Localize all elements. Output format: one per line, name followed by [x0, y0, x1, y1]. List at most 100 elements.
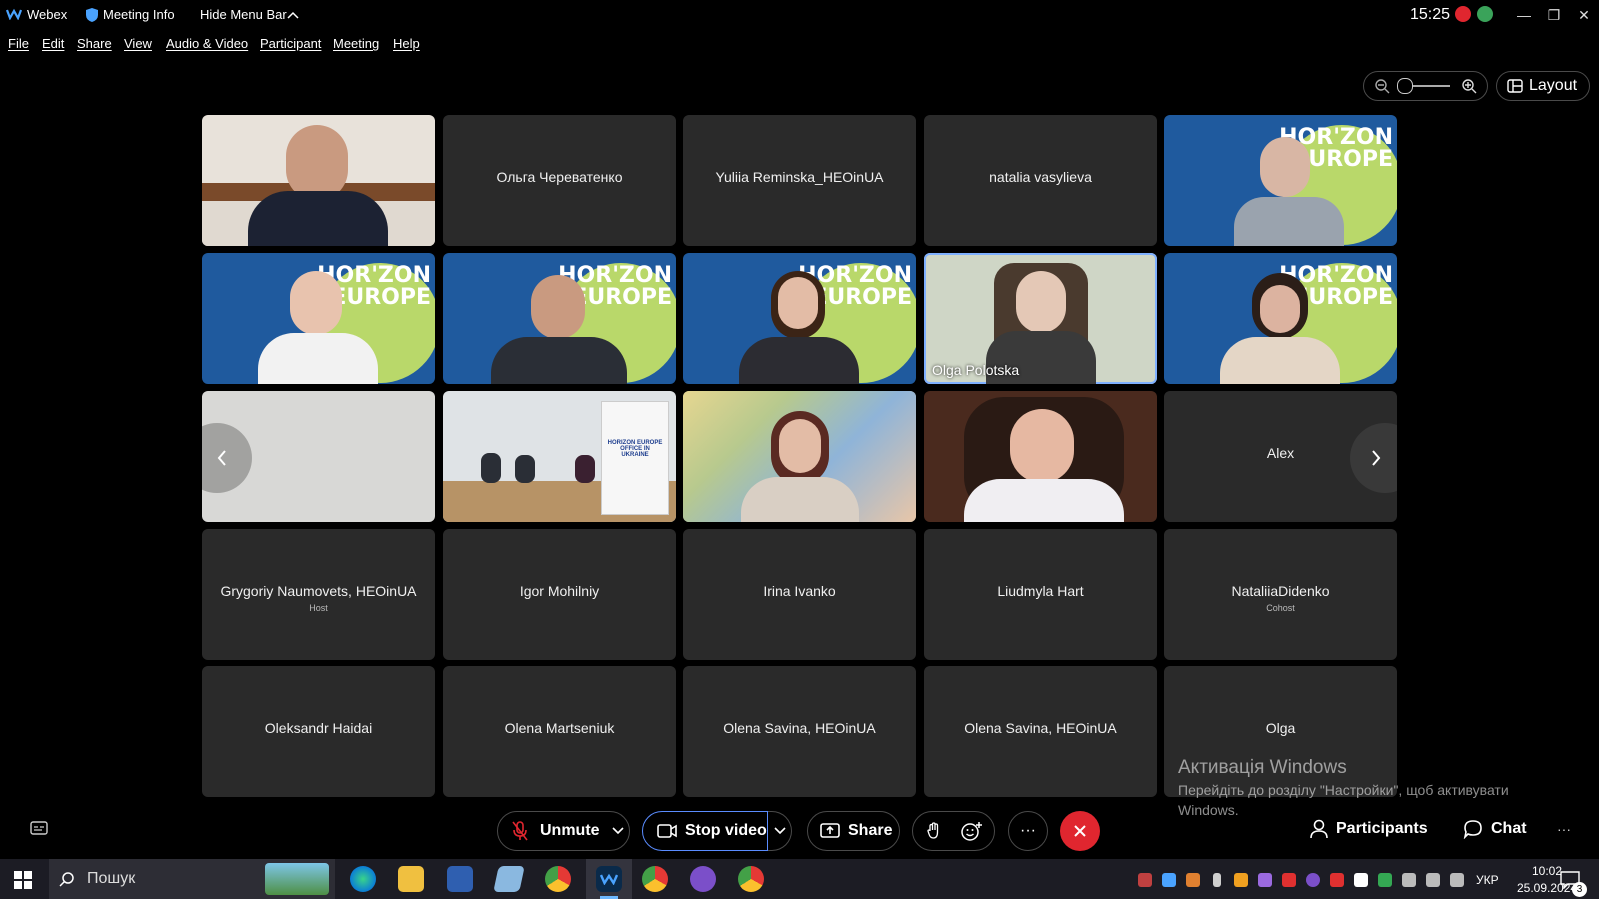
- activation-watermark-line1: Перейдіть до розділу "Настройки", щоб ак…: [1178, 782, 1509, 798]
- stop-video-button[interactable]: Stop video: [642, 811, 768, 851]
- chevron-down-icon: [611, 827, 624, 835]
- participant-tile[interactable]: Irina Ivanko: [683, 529, 916, 660]
- shield-icon: [86, 8, 98, 25]
- video-tile[interactable]: HOR'ZON EUROPE: [683, 253, 916, 384]
- video-tile[interactable]: [683, 391, 916, 522]
- video-tile-active-speaker[interactable]: Olga Polotska: [924, 253, 1157, 384]
- tray-network-icon[interactable]: [1402, 873, 1416, 887]
- participant-tile[interactable]: Grygoriy Naumovets, HEOinUA Host: [202, 529, 435, 660]
- share-button[interactable]: Share: [807, 811, 900, 851]
- participant-face: [1260, 285, 1300, 333]
- windows-start-icon[interactable]: [14, 871, 32, 894]
- tray-pen-icon[interactable]: [1258, 873, 1272, 887]
- file-explorer-icon[interactable]: [398, 866, 424, 892]
- tray-icon[interactable]: [1186, 873, 1200, 887]
- webex-taskbar-active[interactable]: [586, 859, 632, 899]
- video-tile[interactable]: [202, 115, 435, 246]
- menu-meeting[interactable]: Meeting: [333, 36, 379, 51]
- recording-icon[interactable]: [1455, 6, 1471, 22]
- tray-volume-icon[interactable]: [1450, 873, 1464, 887]
- video-tile[interactable]: [924, 391, 1157, 522]
- save-disk-icon[interactable]: [447, 866, 473, 892]
- more-panels-button[interactable]: ···: [1557, 821, 1571, 837]
- menu-edit[interactable]: Edit: [42, 36, 64, 51]
- chrome-profile-icon[interactable]: [738, 866, 764, 892]
- hide-menu-bar-button[interactable]: Hide Menu Bar: [200, 7, 287, 22]
- more-options-button[interactable]: ···: [1008, 811, 1048, 851]
- banner-text-3: UKRAINE: [621, 452, 649, 458]
- participant-tile[interactable]: natalia vasylieva: [924, 115, 1157, 246]
- participant-name: Olena Martseniuk: [504, 720, 615, 736]
- zoom-slider[interactable]: [1363, 71, 1488, 101]
- tray-icon[interactable]: [1378, 873, 1392, 887]
- participants-icon: [1310, 819, 1328, 839]
- zoom-out-icon: [1375, 79, 1390, 94]
- close-icon: [1074, 825, 1086, 837]
- menu-view[interactable]: View: [124, 36, 152, 51]
- tray-language[interactable]: УКР: [1476, 873, 1499, 887]
- tray-icon[interactable]: [1138, 873, 1152, 887]
- participant-tile[interactable]: Yuliia Reminska_HEOinUA: [683, 115, 916, 246]
- tray-icon[interactable]: [1354, 873, 1368, 887]
- video-tile[interactable]: HOR'ZON EUROPE: [443, 253, 676, 384]
- participant-tile[interactable]: Igor Mohilniy: [443, 529, 676, 660]
- tray-microphone-icon[interactable]: [1213, 873, 1221, 887]
- participant-tile[interactable]: Ольга Череватенко: [443, 115, 676, 246]
- menu-file[interactable]: File: [8, 36, 29, 51]
- tray-icon[interactable]: [1234, 873, 1248, 887]
- participants-button[interactable]: Participants: [1310, 819, 1428, 839]
- leave-meeting-button[interactable]: [1060, 811, 1100, 851]
- edge-browser-icon[interactable]: [350, 866, 376, 892]
- chat-button[interactable]: Chat: [1463, 819, 1527, 839]
- taskbar-search-box[interactable]: Пошук: [49, 859, 335, 899]
- captions-icon[interactable]: [30, 821, 48, 840]
- tray-icon[interactable]: [1282, 873, 1296, 887]
- tray-icon[interactable]: [1330, 873, 1344, 887]
- unmute-button[interactable]: Unmute: [497, 811, 630, 851]
- chrome-icon[interactable]: [545, 866, 571, 892]
- menu-help[interactable]: Help: [393, 36, 420, 51]
- unmute-label: Unmute: [540, 822, 600, 839]
- restore-icon[interactable]: ❐: [1539, 4, 1569, 26]
- participant-body: [739, 337, 859, 384]
- meeting-info-button[interactable]: Meeting Info: [103, 7, 175, 22]
- video-options-button[interactable]: [768, 811, 792, 851]
- video-tile[interactable]: HOR'ZON EUROPE: [1164, 115, 1397, 246]
- minimize-icon[interactable]: —: [1509, 4, 1539, 26]
- participant-tile[interactable]: Oleksandr Haidai: [202, 666, 435, 797]
- participant-tile[interactable]: NataliiaDidenko Cohost: [1164, 529, 1397, 660]
- participant-tile[interactable]: Olena Savina, HEOinUA: [683, 666, 916, 797]
- participant-role: Host: [309, 603, 328, 613]
- tray-webex-icon[interactable]: [1162, 873, 1176, 887]
- taskbar-search-placeholder: Пошук: [87, 870, 136, 887]
- zoom-in-icon: [1462, 79, 1477, 94]
- viber-icon[interactable]: [690, 866, 716, 892]
- participant-face: [290, 271, 342, 335]
- close-icon[interactable]: ✕: [1569, 4, 1599, 26]
- clock: 15:25: [1410, 6, 1451, 23]
- menu-participant[interactable]: Participant: [260, 36, 321, 51]
- participant-tile[interactable]: Olena Martseniuk: [443, 666, 676, 797]
- video-tile[interactable]: [202, 391, 435, 522]
- participant-tile[interactable]: Alex: [1164, 391, 1397, 522]
- participant-tile[interactable]: Liudmyla Hart: [924, 529, 1157, 660]
- participant-face: [1010, 409, 1074, 483]
- layout-button[interactable]: Layout: [1496, 71, 1590, 101]
- tray-viber-icon[interactable]: [1306, 873, 1320, 887]
- tray-display-icon[interactable]: [1426, 873, 1440, 887]
- participant-name: natalia vasylieva: [989, 169, 1092, 185]
- chevron-up-icon[interactable]: [287, 8, 299, 23]
- participant-body: [1234, 197, 1344, 246]
- menu-share[interactable]: Share: [77, 36, 112, 51]
- video-camera-icon: [657, 824, 677, 838]
- participant-name: Olga: [1265, 720, 1296, 736]
- video-tile[interactable]: HOR'ZON EUROPE: [202, 253, 435, 384]
- participant-tile[interactable]: Olena Savina, HEOinUA: [924, 666, 1157, 797]
- participant-role: Cohost: [1266, 603, 1295, 613]
- video-tile[interactable]: HOR'ZON EUROPE: [1164, 253, 1397, 384]
- chrome-profile-icon[interactable]: [642, 866, 668, 892]
- menu-audio-video[interactable]: Audio & Video: [166, 36, 248, 51]
- video-tile[interactable]: HORIZON EUROPE OFFICE IN UKRAINE: [443, 391, 676, 522]
- zoom-thumb[interactable]: [1397, 78, 1413, 94]
- network-status-icon[interactable]: [1477, 6, 1493, 22]
